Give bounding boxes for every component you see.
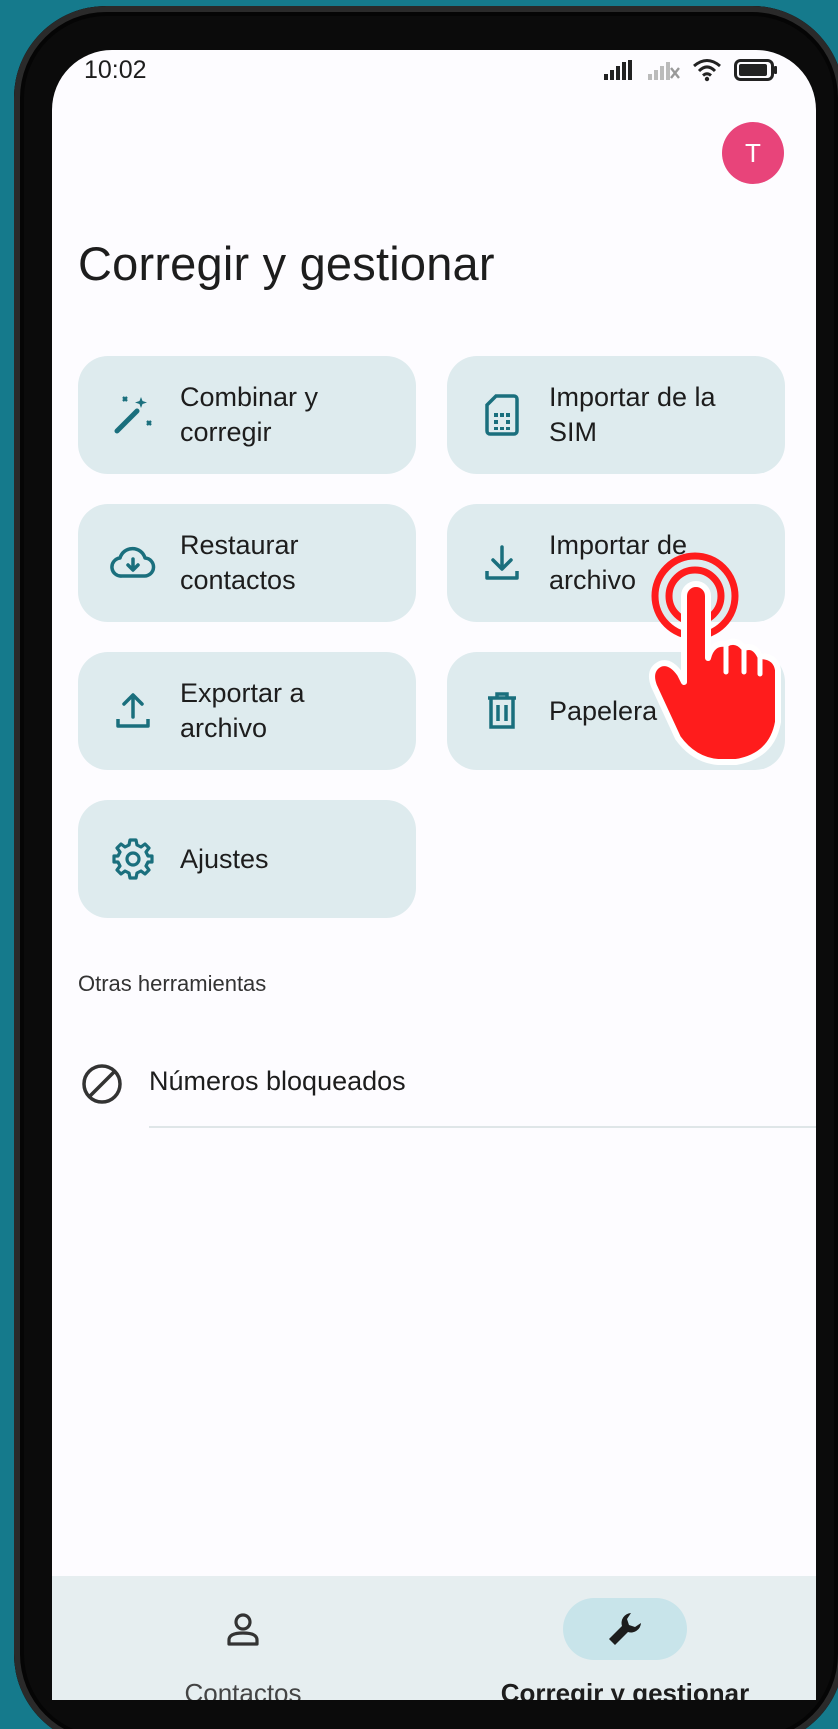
- status-time: 10:02: [84, 56, 147, 84]
- status-icons: [604, 58, 778, 82]
- trash-icon: [479, 688, 525, 734]
- settings-label: Ajustes: [180, 843, 269, 874]
- divider: [149, 1126, 816, 1128]
- cloud-download-icon: [110, 540, 156, 586]
- download-icon: [479, 540, 525, 586]
- bottom-nav: Contactos Corregir y gestionar: [52, 1576, 816, 1700]
- other-tools-heading: Otras herramientas: [78, 971, 267, 996]
- export-file-label: Exportar a archivo: [180, 678, 305, 743]
- merge-fix-label: Combinar y corregir: [180, 382, 319, 447]
- nav-fix-manage-label: Corregir y gestionar: [500, 1678, 750, 1700]
- nav-contacts-label: Contactos: [184, 1678, 302, 1700]
- nav-fix-manage[interactable]: Corregir y gestionar: [434, 1576, 816, 1700]
- nav-contacts-pill: [181, 1598, 305, 1660]
- settings-button[interactable]: Ajustes: [78, 800, 416, 918]
- nav-contacts[interactable]: Contactos: [52, 1576, 434, 1700]
- gear-icon: [110, 836, 156, 882]
- trash-label: Papelera: [549, 695, 658, 726]
- upload-icon: [110, 688, 156, 734]
- magic-wand-icon: [110, 392, 156, 438]
- merge-fix-button[interactable]: Combinar y corregir: [78, 356, 416, 474]
- person-icon: [227, 1613, 259, 1646]
- block-icon: [80, 1062, 124, 1111]
- blocked-numbers-label: Números bloqueados: [149, 1066, 406, 1096]
- export-file-button[interactable]: Exportar a archivo: [78, 652, 416, 770]
- import-sim-button[interactable]: Importar de la SIM: [447, 356, 785, 474]
- restore-contacts-label: Restaurar contactos: [180, 530, 299, 595]
- nav-fix-manage-pill: [563, 1598, 687, 1660]
- signal-no-service-icon: [648, 62, 680, 80]
- wrench-icon: [609, 1613, 641, 1645]
- signal-icon: [604, 60, 632, 80]
- page-title: Corregir y gestionar: [78, 237, 495, 290]
- blocked-numbers-item[interactable]: Números bloqueados: [52, 1044, 816, 1130]
- account-avatar[interactable]: T: [722, 122, 784, 184]
- restore-contacts-button[interactable]: Restaurar contactos: [78, 504, 416, 622]
- wifi-icon: [693, 59, 721, 82]
- status-bar: 10:02: [52, 50, 816, 90]
- tap-pointer-icon: [649, 552, 781, 765]
- sim-card-icon: [479, 392, 525, 438]
- battery-icon: [734, 59, 777, 81]
- screen: 10:02 T Corregir y gestionar Combinar y …: [52, 50, 816, 1700]
- import-sim-label: Importar de la SIM: [549, 382, 716, 447]
